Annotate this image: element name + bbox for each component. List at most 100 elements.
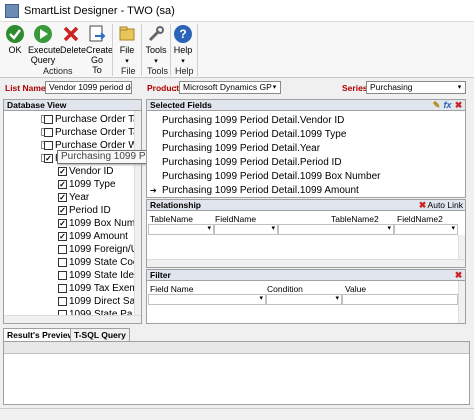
tree-checkbox[interactable] [44,128,53,137]
selected-field-item[interactable]: Purchasing 1099 Period Detail.Vendor ID [162,114,344,127]
create-goto-label: Create Go To [86,45,114,75]
filter-field-cell[interactable]: ▾ [148,294,266,305]
field-name2-cell[interactable]: ▾ [394,224,458,235]
field-name-cell[interactable]: ▾ [214,224,278,235]
column-header: FieldName [215,214,257,224]
chevron-down-icon: ▾ [271,225,275,232]
vertical-scrollbar[interactable] [134,111,141,323]
tree-item-label[interactable]: Purchase Order Ta [55,113,139,126]
delete-filter-icon[interactable]: ✖ [454,271,463,280]
tree-item-label[interactable]: 1099 Foreign/U [69,243,138,256]
tree-checkbox[interactable] [58,284,67,293]
ok-button[interactable]: OK [4,24,26,55]
function-icon[interactable]: fx [443,101,452,110]
ribbon: OK Execute Query Delete Create Go To Fil… [0,22,474,78]
create-goto-button[interactable]: Create Go To [86,24,114,75]
filter-title: Filter [150,270,171,280]
tree-checkbox[interactable] [58,271,67,280]
auto-link-button[interactable]: Auto Link [428,200,463,210]
relationship-grid[interactable]: TableName FieldName TableName2 FieldName… [146,210,466,268]
chevron-down-icon: ▾ [457,84,462,91]
column-header: TableName [150,214,193,224]
filter-condition-cell[interactable]: ▾ [266,294,342,305]
selected-field-item[interactable]: Purchasing 1099 Period Detail.1099 Amoun… [162,184,359,197]
create-goto-icon [89,25,106,42]
tree-checkbox[interactable] [44,141,53,150]
list-name-input[interactable]: Vendor 1099 period detail [45,81,132,94]
tree-item-label[interactable]: 1099 State Coc [69,256,138,269]
tree-item-label[interactable]: Vendor ID [69,165,113,178]
selected-field-item[interactable]: Purchasing 1099 Period Detail.1099 Box N… [162,170,380,183]
delete-relationship-icon[interactable]: ✖ [418,201,427,210]
tree-checkbox[interactable]: ✓ [58,206,67,215]
results-preview-pane [3,341,470,405]
tree-item-label[interactable]: Purchase Order Ta [55,126,139,139]
tree-item-label[interactable]: 1099 Type [69,178,116,191]
selected-field-item[interactable]: Purchasing 1099 Period Detail.1099 Type [162,128,346,141]
tools-menu-button[interactable]: Tools ▾ [145,24,167,67]
product-value: Microsoft Dynamics GP [183,82,272,92]
tree-checkbox[interactable]: ✓ [58,232,67,241]
table-name-cell[interactable]: ▾ [148,224,214,235]
filter-value-cell[interactable] [342,294,458,305]
tree-item-label[interactable]: 1099 Amount [69,230,128,243]
window-title: SmartList Designer - TWO (sa) [24,5,175,17]
table-name2-cell[interactable]: ▾ [278,224,394,235]
ok-label: OK [8,45,22,55]
selected-fields-list[interactable]: Purchasing 1099 Period Detail.Vendor ID P… [146,110,466,198]
ribbon-separator [197,24,198,76]
product-select[interactable]: Microsoft Dynamics GP ▾ [179,81,281,94]
list-options-row: List Name: Vendor 1099 period detail Pro… [0,80,474,96]
group-help: Help [175,66,194,76]
execute-query-button[interactable]: Execute Query [28,24,61,65]
preview-grid-header [4,342,469,354]
tree-item-label[interactable]: 1099 State Ide [69,269,134,282]
chevron-down-icon: ▾ [181,58,185,65]
sort-icon[interactable]: ✎ [432,101,441,110]
tree-item-label[interactable]: Year [69,191,89,204]
tree-checkbox[interactable] [58,297,67,306]
tree-item-label[interactable]: 1099 Box Num [69,217,135,230]
horizontal-scrollbar[interactable] [4,315,141,323]
ribbon-separator [141,24,142,76]
chevron-down-icon: ▾ [125,58,129,65]
title-bar: SmartList Designer - TWO (sa) [0,0,474,22]
help-menu-button[interactable]: ? Help ▾ [173,24,193,67]
tree-checkbox[interactable] [44,115,53,124]
tree-checkbox[interactable]: ✓ [58,219,67,228]
ribbon-separator [112,24,113,76]
group-tools: Tools [147,66,169,76]
delete-label: Delete [60,45,87,55]
tab-tsql-query[interactable]: T-SQL Query [70,328,130,341]
tree-checkbox[interactable]: ✓ [58,193,67,202]
delete-button[interactable]: Delete [60,24,86,55]
vertical-scrollbar[interactable] [458,235,465,259]
chevron-down-icon: ▾ [387,225,391,232]
tree-checkbox[interactable]: ✓ [58,180,67,189]
database-view-tree[interactable]: +Purchase Order Ta+Purchase Order Ta+Pur… [3,110,142,324]
column-header: Value [345,284,367,294]
chevron-down-icon: ▾ [259,295,263,302]
selected-fields-title: Selected Fields [150,100,212,110]
vertical-scrollbar[interactable] [458,281,465,323]
relationship-title: Relationship [150,200,202,210]
horizontal-scrollbar[interactable] [147,259,465,267]
tree-checkbox[interactable] [58,245,67,254]
delete-field-icon[interactable]: ✖ [454,101,463,110]
filter-grid[interactable]: Field Name Condition Value ▾ ▾ [146,280,466,324]
selected-field-item[interactable]: Purchasing 1099 Period Detail.Year [162,142,320,155]
series-select[interactable]: Purchasing ▾ [366,81,466,94]
file-menu-button[interactable]: File ▾ [117,24,137,67]
chevron-down-icon: ▾ [272,84,277,91]
tree-checkbox[interactable]: ✓ [44,154,53,163]
tab-results-preview[interactable]: Result's Preview [3,328,79,341]
tree-item-label[interactable]: Period ID [69,204,111,217]
tree-checkbox[interactable]: ✓ [58,167,67,176]
chevron-down-icon: ▾ [335,295,339,302]
tree-item-label[interactable]: 1099 Tax Exem [69,282,138,295]
tree-item-label[interactable]: 1099 Direct Sa [69,295,135,308]
chevron-down-icon: ▾ [451,225,455,232]
tree-checkbox[interactable] [58,258,67,267]
selected-field-item[interactable]: Purchasing 1099 Period Detail.Period ID [162,156,342,169]
group-actions: Actions [43,66,73,76]
